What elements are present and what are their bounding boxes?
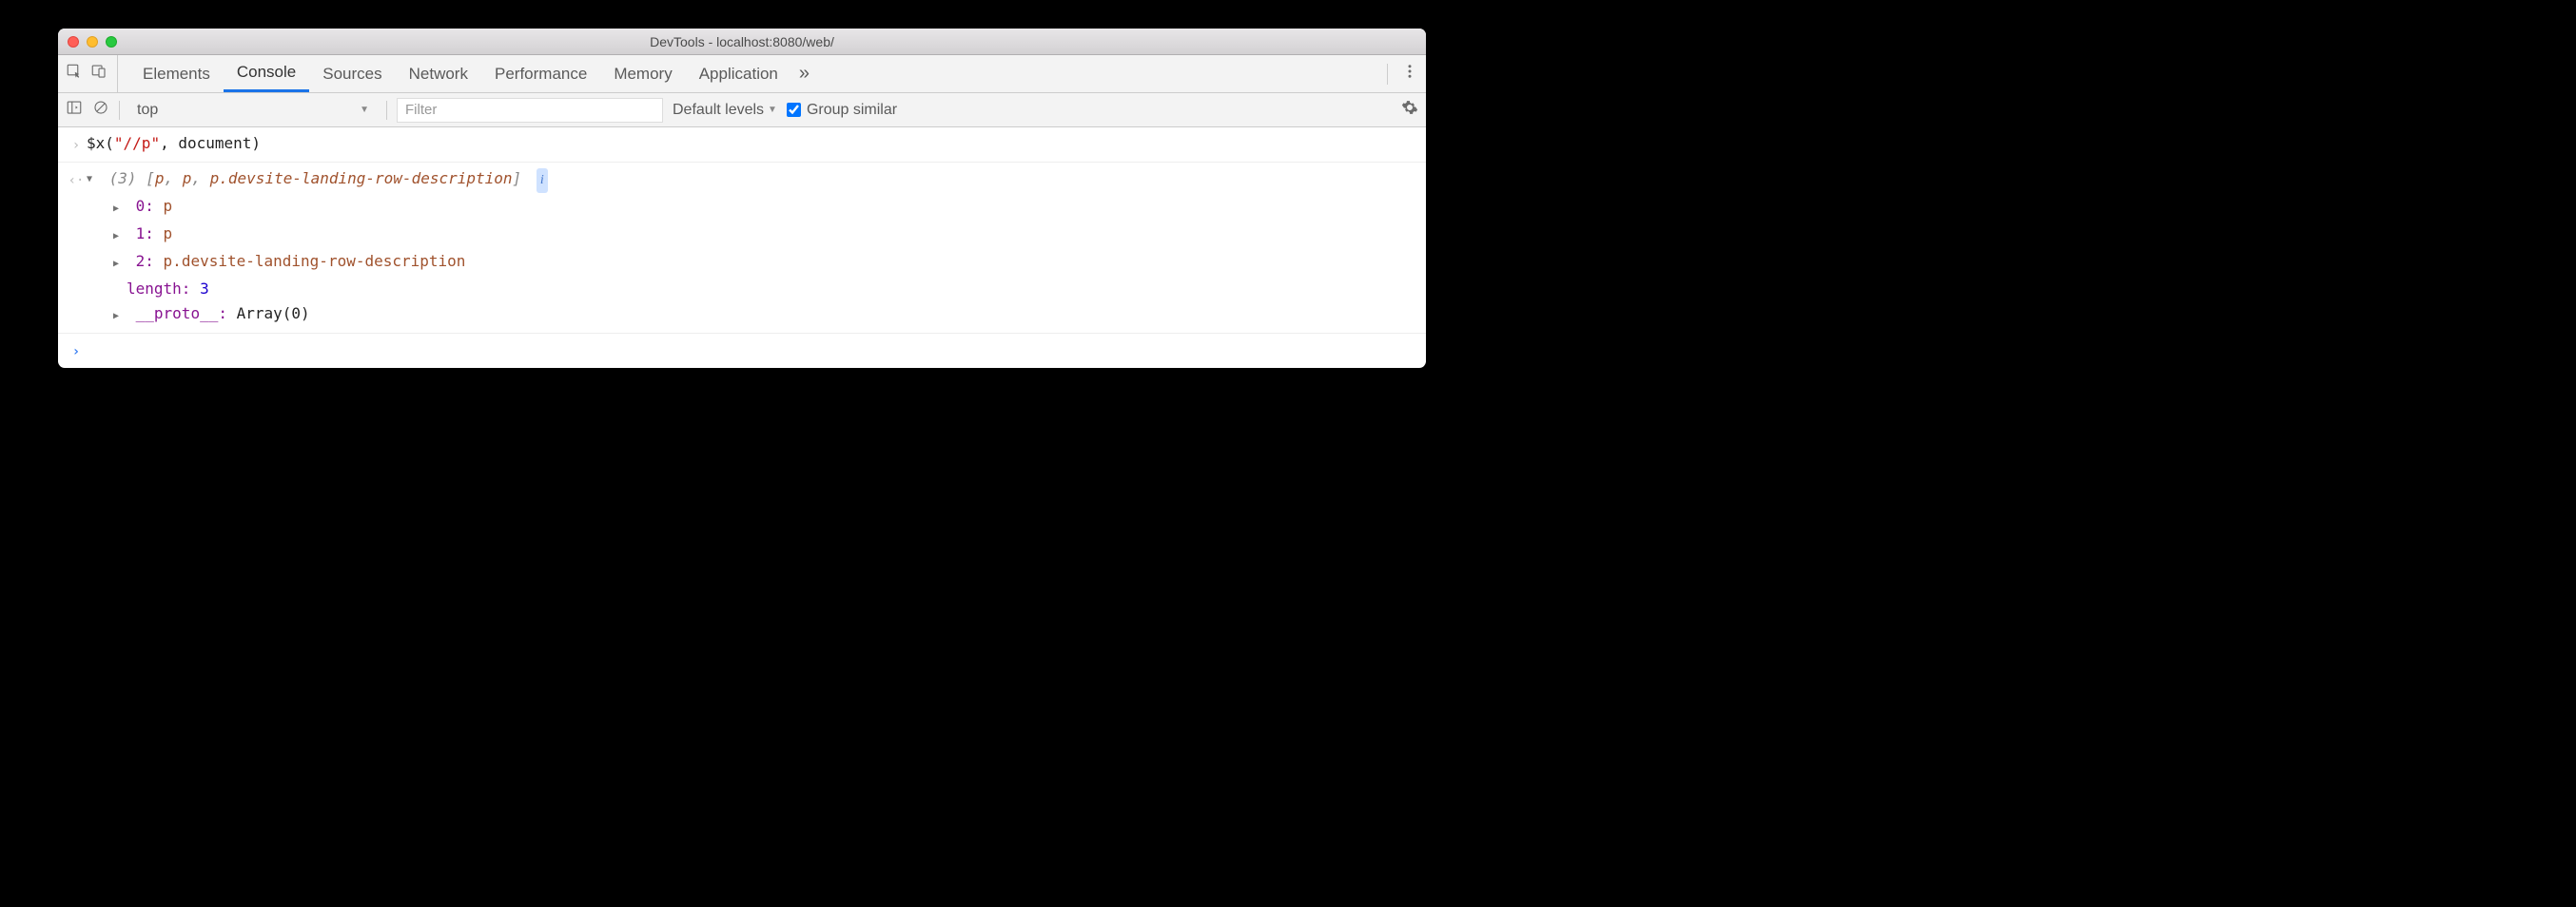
disclosure-triangle-icon[interactable]: ▶ — [113, 252, 127, 277]
context-selector[interactable]: top ▼ — [129, 98, 377, 123]
separator — [119, 101, 120, 120]
devtools-window: DevTools - localhost:8080/web/ Elements … — [58, 29, 1426, 368]
levels-label: Default levels — [673, 102, 764, 119]
console-toolbar: top ▼ Filter Default levels ▼ Group simi… — [58, 93, 1426, 127]
group-similar-label: Group similar — [807, 102, 897, 119]
sidebar-toggle-icon[interactable] — [66, 99, 83, 121]
clear-console-icon[interactable] — [92, 99, 109, 121]
chevron-down-icon: ▼ — [768, 105, 777, 115]
tabs-overflow-button[interactable]: » — [791, 63, 817, 85]
disclosure-triangle-icon[interactable]: ▼ — [87, 167, 100, 192]
disclosure-triangle-icon[interactable]: ▶ — [113, 197, 127, 222]
log-levels-selector[interactable]: Default levels ▼ — [673, 102, 777, 119]
console-result-row[interactable]: ‹· ▼ (3) [p, p, p.devsite-landing-row-de… — [58, 163, 1426, 334]
result-icon: ‹· — [66, 166, 87, 193]
titlebar: DevTools - localhost:8080/web/ — [58, 29, 1426, 55]
gear-icon[interactable] — [1401, 99, 1418, 121]
separator — [386, 101, 387, 120]
console-input-row[interactable]: › $x("//p", document) — [58, 127, 1426, 163]
console-output: › $x("//p", document) ‹· ▼ (3) [p, p, p.… — [58, 127, 1426, 368]
array-count: (3) — [109, 169, 137, 187]
disclosure-triangle-icon[interactable]: ▶ — [113, 224, 127, 249]
console-prompt-row[interactable]: › — [58, 334, 1426, 368]
context-label: top — [137, 102, 158, 119]
tab-console[interactable]: Console — [224, 55, 309, 92]
window-title: DevTools - localhost:8080/web/ — [58, 34, 1426, 49]
prompt-icon: › — [66, 131, 87, 158]
filter-input[interactable]: Filter — [397, 98, 663, 123]
panel-tabs: Elements Console Sources Network Perform… — [58, 55, 1426, 93]
kebab-menu-icon[interactable] — [1401, 63, 1418, 85]
tab-elements[interactable]: Elements — [129, 55, 224, 92]
tab-sources[interactable]: Sources — [309, 55, 395, 92]
group-similar-checkbox[interactable]: Group similar — [787, 102, 897, 119]
console-input-text: $x("//p", document) — [87, 131, 1418, 156]
inspect-element-icon[interactable] — [66, 63, 83, 85]
separator — [1387, 64, 1388, 85]
tab-performance[interactable]: Performance — [481, 55, 600, 92]
disclosure-triangle-icon[interactable]: ▶ — [113, 304, 127, 329]
tab-network[interactable]: Network — [396, 55, 481, 92]
filter-placeholder: Filter — [405, 102, 437, 118]
console-result-body: ▼ (3) [p, p, p.devsite-landing-row-descr… — [87, 166, 1418, 329]
chevron-down-icon: ▼ — [360, 105, 369, 115]
tab-memory[interactable]: Memory — [600, 55, 685, 92]
info-icon[interactable]: i — [537, 168, 548, 193]
group-similar-input[interactable] — [787, 103, 801, 117]
prompt-icon: › — [66, 338, 87, 364]
device-toggle-icon[interactable] — [90, 63, 107, 85]
tab-application[interactable]: Application — [686, 55, 791, 92]
